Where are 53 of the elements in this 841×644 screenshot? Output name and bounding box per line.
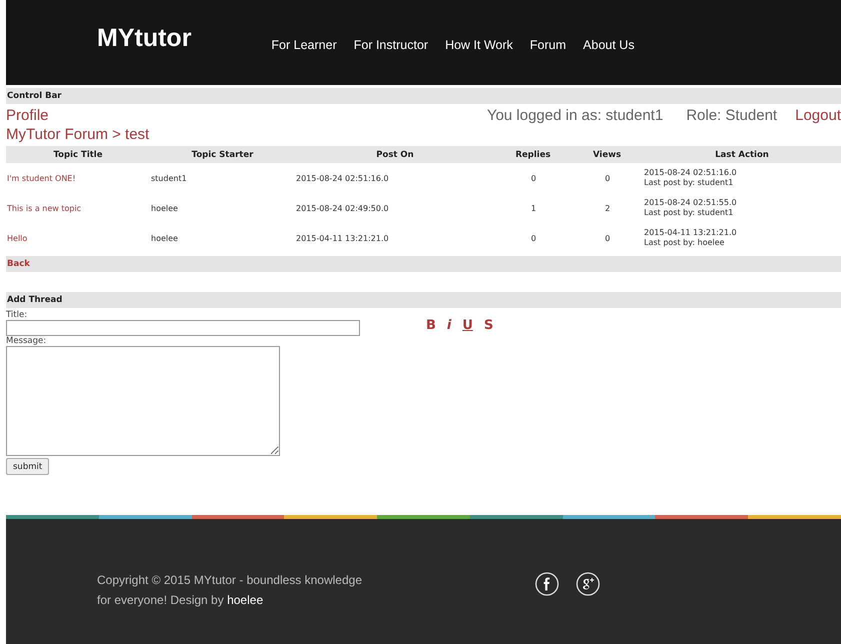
topic-link[interactable]: This is a new topic bbox=[7, 204, 82, 212]
table-cell-text: 2015-08-24 02:51:16.0 bbox=[644, 168, 738, 178]
table-cell: 2015-04-11 13:21:21.0 bbox=[296, 234, 389, 242]
logout-link[interactable]: Logout bbox=[795, 106, 841, 124]
nav-link[interactable]: About Us bbox=[583, 38, 634, 52]
column-header: Topic Starter bbox=[150, 146, 295, 163]
section-title: Control Bar bbox=[6, 91, 62, 101]
format-button[interactable]: U bbox=[462, 318, 473, 336]
column-header: Post On bbox=[295, 146, 495, 163]
nav-link[interactable]: How It Work bbox=[445, 38, 513, 52]
column-header: Last Action bbox=[643, 146, 841, 163]
table-cell-text: Last post by: student1 bbox=[644, 208, 734, 218]
table-cell: 1 bbox=[530, 204, 536, 212]
column-header: Topic Title bbox=[6, 146, 150, 163]
topic-link[interactable]: Hello bbox=[7, 234, 28, 242]
table-cell-text: Last post by: hoelee bbox=[644, 238, 726, 248]
section-title: Add Thread bbox=[6, 295, 62, 305]
nav-link[interactable]: Forum bbox=[530, 38, 566, 52]
role-label: Role: Student bbox=[686, 106, 778, 124]
table-cell: hoelee bbox=[151, 204, 178, 212]
breadcrumb: MyTutor Forum > test bbox=[6, 126, 150, 145]
format-button[interactable]: B bbox=[426, 318, 436, 336]
table-cell: student1 bbox=[151, 174, 187, 182]
nav-link[interactable]: For Instructor bbox=[354, 38, 428, 52]
topic-link[interactable]: I'm student ONE! bbox=[7, 174, 76, 182]
format-button[interactable]: S bbox=[484, 318, 494, 336]
table-cell: hoelee bbox=[151, 234, 178, 242]
table-cell: 0 bbox=[530, 174, 536, 182]
table-cell-text: 2015-04-11 13:21:21.0 bbox=[644, 228, 738, 238]
nav-link[interactable]: For Learner bbox=[271, 38, 337, 52]
table-cell: 0 bbox=[604, 174, 610, 182]
table-cell: 0 bbox=[604, 234, 610, 242]
logo[interactable]: MYtutor bbox=[97, 24, 192, 53]
back-link[interactable]: Back bbox=[6, 259, 30, 269]
submit-button[interactable]: submit bbox=[6, 458, 50, 475]
column-header: Replies bbox=[495, 146, 571, 163]
google-plus-icon[interactable] bbox=[576, 572, 600, 596]
login-status: You logged in as: student1 bbox=[486, 106, 664, 124]
table-cell-text: Last post by: student1 bbox=[644, 178, 734, 188]
field-label: Message: bbox=[6, 336, 46, 346]
copyright-text: Copyright © 2015 MYtutor - boundless knowledge for everyone! Design by hoelee bbox=[97, 572, 363, 609]
field-label: Title: bbox=[6, 310, 28, 320]
title-field[interactable] bbox=[6, 320, 360, 336]
table-cell-text: 2015-08-24 02:51:55.0 bbox=[644, 198, 738, 208]
table-cell: 2015-08-24 02:49:50.0 bbox=[296, 204, 389, 212]
table-cell: 2 bbox=[604, 204, 610, 212]
profile-link[interactable]: Profile bbox=[6, 106, 49, 124]
table-cell: 0 bbox=[530, 234, 536, 242]
facebook-icon[interactable] bbox=[535, 572, 559, 596]
column-header: Views bbox=[571, 146, 643, 163]
format-button[interactable]: i bbox=[446, 318, 452, 336]
table-cell: 2015-08-24 02:51:16.0 bbox=[296, 174, 389, 182]
message-field[interactable] bbox=[6, 346, 280, 456]
